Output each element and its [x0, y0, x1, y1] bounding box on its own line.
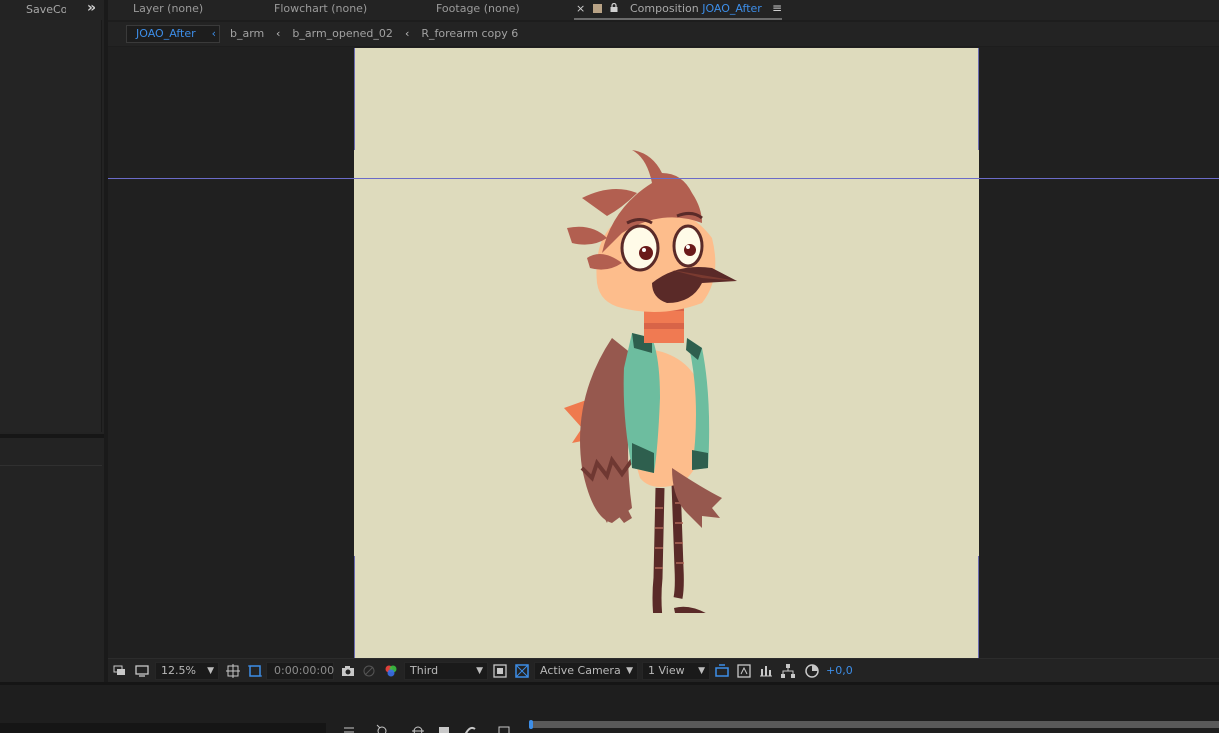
panel-menu-icon[interactable]: ≡	[772, 1, 782, 15]
monitor-icon[interactable]	[134, 663, 150, 679]
time-navigator-bar[interactable]	[531, 721, 1219, 728]
transparency-grid-icon[interactable]	[514, 663, 530, 679]
reset-exposure-icon[interactable]	[804, 663, 820, 679]
panel-separator[interactable]	[0, 434, 106, 438]
camera-view-value: Active Camera	[540, 664, 621, 677]
shy-layers-icon[interactable]	[411, 723, 425, 733]
tab-composition[interactable]: × Composition JOAO_After ≡	[574, 0, 782, 20]
camera-snapshot-icon[interactable]	[340, 663, 356, 679]
project-panel-tab-label: SaveCo	[26, 3, 66, 16]
composition-tab-label: Composition JOAO_After	[630, 2, 762, 15]
view-layout-dropdown[interactable]: 1 View ▼	[642, 662, 710, 680]
composition-tab-name: JOAO_After	[702, 2, 762, 15]
effects-panel-body	[0, 467, 102, 682]
chevron-left-icon: ‹	[211, 27, 216, 40]
color-channels-icon[interactable]	[383, 663, 399, 679]
frame-blending-icon[interactable]	[437, 723, 451, 733]
draft-3d-icon[interactable]	[375, 723, 389, 733]
close-icon[interactable]: ×	[576, 2, 585, 15]
canvas-edge-line	[354, 48, 355, 150]
chevron-down-icon: ▼	[698, 666, 705, 676]
project-panel-body	[0, 20, 102, 432]
composition-tab-prefix: Composition	[630, 2, 703, 15]
composition-color-swatch[interactable]	[593, 4, 602, 13]
breadcrumb-label: JOAO_After	[136, 27, 196, 40]
view-layout-value: 1 View	[648, 664, 685, 677]
breadcrumb-item-joao-after[interactable]: JOAO_After ‹	[126, 25, 220, 43]
tab-layer[interactable]: Layer (none)	[133, 2, 203, 15]
chevron-left-icon: ‹	[405, 27, 410, 40]
resolution-value: Third	[410, 664, 439, 677]
canvas-edge-line	[354, 556, 355, 658]
bird-character-illustration[interactable]	[552, 98, 752, 613]
exposure-value[interactable]: +0,0	[826, 664, 853, 677]
grid-guides-icon[interactable]	[225, 663, 241, 679]
tab-footage[interactable]: Footage (none)	[436, 2, 520, 15]
current-time-display[interactable]: 0:00:00:00	[266, 662, 334, 680]
canvas-edge-line	[978, 556, 979, 658]
composition-breadcrumb: JOAO_After ‹ b_arm ‹ b_arm_opened_02 ‹ R_f…	[108, 22, 1219, 46]
breadcrumb-label: b_arm_opened_02	[292, 27, 393, 40]
fast-previews-icon[interactable]	[492, 663, 508, 679]
timeline-search-field[interactable]	[0, 723, 326, 733]
composition-canvas[interactable]	[354, 48, 979, 658]
viewer-toolbar: 12.5% ▼ 0:00:00:00 Third ▼ Active Camera…	[108, 658, 1219, 682]
composition-mini-flowchart-icon[interactable]	[342, 723, 356, 733]
composition-viewer[interactable]	[108, 47, 1219, 658]
viewer-tab-bar: Layer (none) Flowchart (none) Footage (n…	[108, 0, 1219, 20]
always-preview-icon[interactable]	[112, 663, 128, 679]
horizontal-guide-line[interactable]	[108, 178, 1219, 179]
breadcrumb-label: b_arm	[230, 27, 265, 40]
timeline-panel	[0, 682, 1219, 733]
region-of-interest-icon[interactable]	[247, 663, 263, 679]
resolution-dropdown[interactable]: Third ▼	[404, 662, 488, 680]
chevron-down-icon: ▼	[207, 666, 214, 676]
graph-editor-icon[interactable]	[497, 723, 511, 733]
effects-panel-header	[0, 440, 102, 466]
magnification-value: 12.5%	[161, 664, 196, 677]
chevron-down-icon: ▼	[476, 666, 483, 676]
motion-blur-icon[interactable]	[463, 723, 477, 733]
show-snapshot-icon[interactable]	[361, 663, 377, 679]
chevron-down-icon: ▼	[626, 666, 633, 676]
breadcrumb-item-b-arm-opened[interactable]: ‹ b_arm_opened_02	[276, 25, 393, 43]
breadcrumb-label: R_forearm copy 6	[421, 27, 519, 40]
toggle-pixel-aspect-icon[interactable]	[714, 663, 730, 679]
chevron-left-icon: ‹	[276, 27, 281, 40]
double-chevron-right-icon[interactable]: »	[87, 0, 96, 16]
project-panel-tab[interactable]: SaveCo »	[0, 0, 106, 20]
time-navigator-start-handle[interactable]	[529, 720, 533, 729]
canvas-edge-line	[978, 48, 979, 150]
breadcrumb-item-r-forearm[interactable]: ‹ R_forearm copy 6	[405, 25, 518, 43]
left-panel: SaveCo »	[0, 0, 106, 682]
flowchart-icon[interactable]	[780, 663, 796, 679]
camera-view-dropdown[interactable]: Active Camera ▼	[534, 662, 638, 680]
tab-flowchart[interactable]: Flowchart (none)	[274, 2, 367, 15]
fast-preview-render-icon[interactable]	[736, 663, 752, 679]
lock-icon[interactable]	[610, 3, 618, 12]
breadcrumb-item-b-arm[interactable]: b_arm	[230, 25, 264, 43]
magnification-dropdown[interactable]: 12.5% ▼	[155, 662, 219, 680]
timeline-icon[interactable]	[758, 663, 774, 679]
